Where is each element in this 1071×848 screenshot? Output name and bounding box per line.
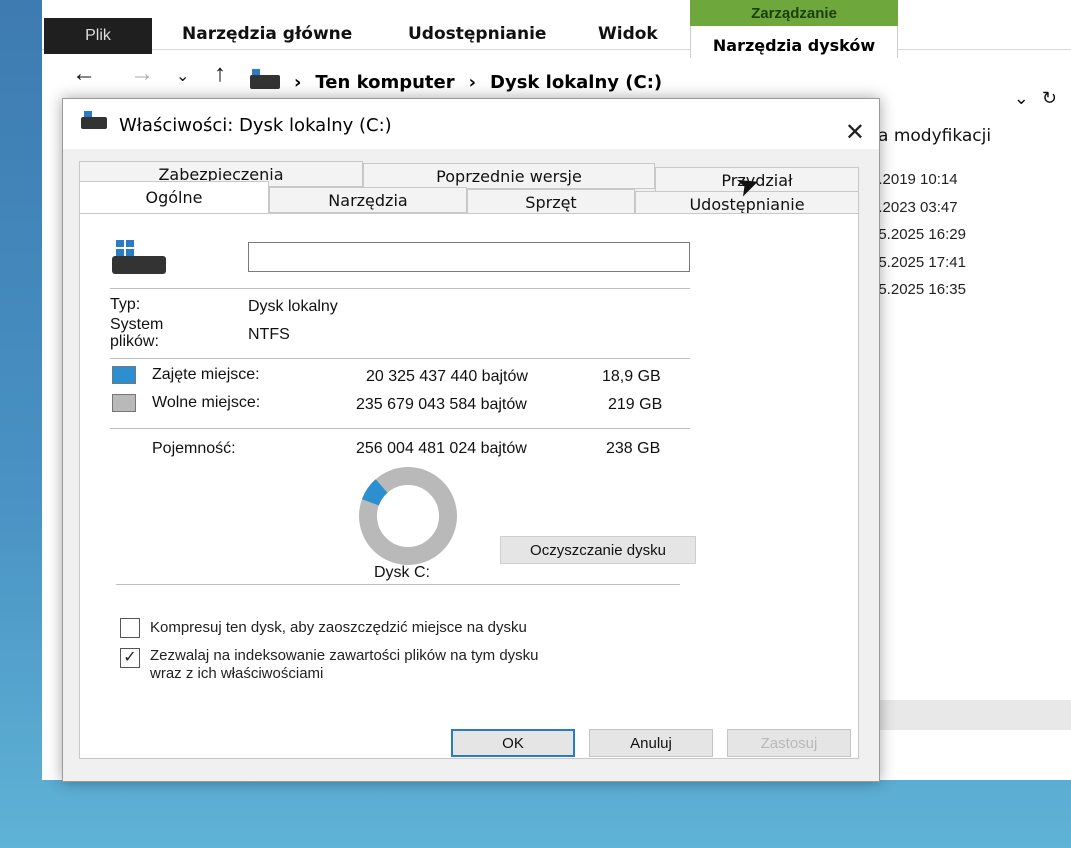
divider <box>110 358 690 359</box>
ribbon-tab-share[interactable]: Udostępnianie <box>408 24 546 44</box>
used-space-bytes: 20 325 437 440 bajtów <box>366 368 528 385</box>
used-space-label: Zajęte miejsce: <box>152 366 260 383</box>
compress-label: Kompresuj ten dysk, aby zaoszczędzić mie… <box>150 619 527 636</box>
ribbon: Plik Narzędzia główne Udostępnianie Wido… <box>42 10 1071 54</box>
tab-hardware[interactable]: Sprzęt <box>467 189 635 215</box>
divider <box>110 288 690 289</box>
type-label: Typ: <box>110 296 141 313</box>
list-item: 05.2025 17:41 <box>870 253 966 271</box>
disk-usage-donut <box>359 467 458 565</box>
up-arrow-icon[interactable]: ↑ <box>214 60 226 88</box>
manage-group-label: Zarządzanie <box>690 0 898 26</box>
general-tab-panel: Typ: Dysk lokalny System plików: NTFS Za… <box>79 213 859 759</box>
capacity-gb: 238 GB <box>606 440 661 457</box>
breadcrumb-drive-c[interactable]: Dysk lokalny (C:) <box>490 72 662 93</box>
properties-dialog: Właściwości: Dysk lokalny (C:) ✕ Zabezpi… <box>62 98 880 782</box>
used-space-swatch <box>112 366 136 384</box>
compress-checkbox[interactable] <box>120 618 140 638</box>
address-controls: ⌄ ↻ <box>1014 88 1057 109</box>
explorer-bottom-area <box>852 700 1071 730</box>
capacity-bytes: 256 004 481 024 bajtów <box>356 440 527 457</box>
ribbon-tab-view[interactable]: Widok <box>598 24 658 44</box>
ok-button[interactable]: OK <box>451 729 575 757</box>
address-bar[interactable]: › Ten komputer › Dysk lokalny (C:) <box>250 62 1060 102</box>
column-header-modified[interactable]: a modyfikacji <box>878 126 991 146</box>
free-space-swatch <box>112 394 136 412</box>
dialog-titlebar[interactable]: Właściwości: Dysk lokalny (C:) ✕ <box>63 99 879 149</box>
list-item: 2.2023 03:47 <box>870 198 958 216</box>
index-label-line2: wraz z ich właściwościami <box>150 665 324 682</box>
disk-cleanup-button[interactable]: Oczyszczanie dysku <box>500 536 696 564</box>
divider <box>110 428 690 429</box>
back-arrow-icon[interactable]: ← <box>72 60 96 88</box>
free-space-gb: 219 GB <box>608 396 663 413</box>
close-icon[interactable]: ✕ <box>845 121 865 145</box>
capacity-label: Pojemność: <box>152 440 236 457</box>
address-dropdown-chevron-icon[interactable]: ⌄ <box>1014 88 1029 108</box>
dialog-title: Właściwości: Dysk lokalny (C:) <box>119 115 392 136</box>
drive-icon <box>250 69 280 89</box>
tab-general[interactable]: Ogólne <box>79 181 269 213</box>
modified-dates-list: 2.2019 10:14 2.2023 03:47 05.2025 16:29 … <box>870 166 966 304</box>
breadcrumb-this-pc[interactable]: Ten komputer <box>315 72 454 93</box>
tab-previous-versions[interactable]: Poprzednie wersje <box>363 163 655 189</box>
filesystem-label: System plików: <box>110 316 164 350</box>
refresh-icon[interactable]: ↻ <box>1042 88 1057 108</box>
forward-arrow-icon[interactable]: → <box>130 60 154 88</box>
drive-caption: Dysk C: <box>374 564 430 581</box>
breadcrumb-separator-icon: › <box>294 71 302 93</box>
list-item: 05.2025 16:29 <box>870 226 966 243</box>
divider <box>116 584 680 585</box>
recent-chevron-down-icon[interactable]: ⌄ <box>176 66 189 86</box>
free-space-bytes: 235 679 043 584 bajtów <box>356 396 527 413</box>
tab-tools[interactable]: Narzędzia <box>269 187 467 213</box>
drive-icon <box>81 111 107 129</box>
drive-icon <box>112 238 168 278</box>
filesystem-value: NTFS <box>248 326 290 343</box>
index-label-line1: Zezwalaj na indeksowanie zawartości plik… <box>150 647 539 664</box>
drive-name-input[interactable] <box>248 242 690 272</box>
list-item: 05.2025 16:35 <box>870 281 966 298</box>
apply-button[interactable]: Zastosuj <box>727 729 851 757</box>
type-value: Dysk lokalny <box>248 298 338 315</box>
index-checkbox[interactable]: ✓ <box>120 648 140 668</box>
cancel-button[interactable]: Anuluj <box>589 729 713 757</box>
breadcrumb-separator-icon: › <box>468 71 477 93</box>
ribbon-tab-home[interactable]: Narzędzia główne <box>182 24 352 44</box>
list-item: 2.2019 10:14 <box>870 171 958 188</box>
used-space-gb: 18,9 GB <box>602 368 661 385</box>
ribbon-tab-plik[interactable]: Plik <box>44 18 152 54</box>
free-space-label: Wolne miejsce: <box>152 394 261 411</box>
